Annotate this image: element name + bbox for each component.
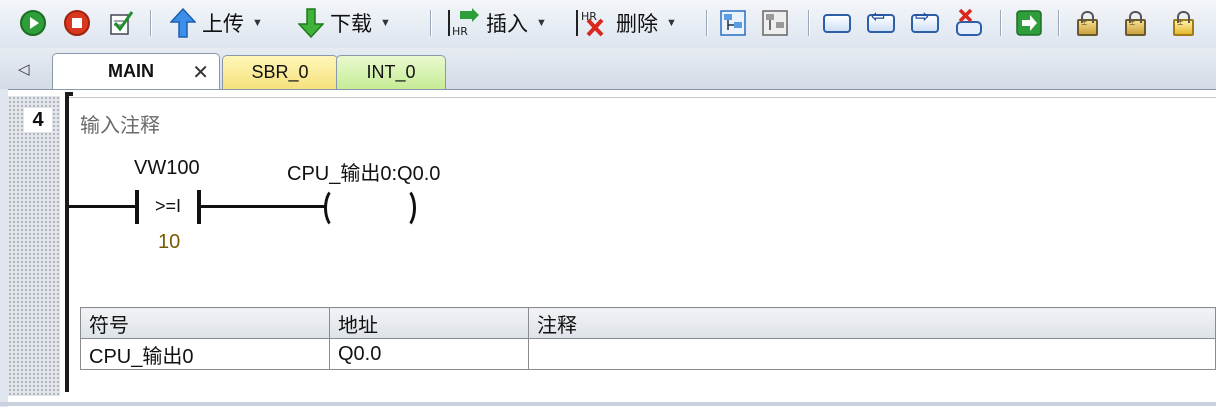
goto-arrow-icon — [1016, 10, 1042, 36]
contact-operand[interactable]: VW100 — [134, 157, 200, 180]
svg-text:HR: HR — [452, 25, 468, 38]
toolbar-separator — [808, 10, 809, 36]
compile-button[interactable] — [106, 8, 136, 38]
chevron-down-icon[interactable]: ▼ — [252, 17, 263, 29]
rail-tick — [65, 92, 73, 96]
lock-icon — [1076, 10, 1098, 36]
next-bookmark-icon: ⇨ — [911, 7, 939, 33]
contact-left-bar — [135, 190, 139, 224]
tab-int-0[interactable]: INT_0 — [336, 55, 446, 89]
compare-operator: >=I — [155, 196, 182, 216]
network-grid-icon — [720, 10, 746, 36]
close-icon[interactable]: ✕ — [192, 60, 209, 85]
network-number: 4 — [24, 108, 52, 132]
lock-add-button[interactable] — [1168, 8, 1198, 38]
address-cell[interactable]: Q0.0 — [329, 338, 529, 370]
column-header-address: 地址 — [329, 307, 529, 339]
upload-arrow-icon — [170, 8, 196, 38]
lock-button[interactable] — [1072, 8, 1102, 38]
editor-tab-strip: ◁ MAIN ✕ SBR_0 INT_0 — [0, 48, 1216, 89]
column-header-symbol: 符号 — [80, 307, 330, 339]
insert-label: 插入 — [486, 13, 528, 36]
editor-bottom-border — [0, 402, 1216, 406]
goto-button[interactable] — [1014, 8, 1044, 38]
compile-check-icon — [110, 11, 134, 35]
remove-bookmarks-button[interactable] — [954, 8, 984, 38]
coil-operand[interactable]: CPU_输出0:Q0.0 — [287, 157, 440, 186]
bookmark-icon — [823, 13, 851, 33]
tab-main[interactable]: MAIN ✕ — [52, 53, 220, 89]
delete-button[interactable]: HR 删除 ▼ — [574, 8, 677, 38]
network-view-button[interactable] — [718, 8, 748, 38]
tab-sbr-0[interactable]: SBR_0 — [222, 55, 338, 89]
unlock-icon — [1124, 10, 1146, 36]
tab-label: INT_0 — [366, 62, 416, 82]
upload-button[interactable]: 上传 ▼ — [170, 8, 263, 38]
network-view-gray-button[interactable] — [760, 8, 790, 38]
delete-label: 删除 — [616, 13, 658, 36]
run-button[interactable] — [18, 8, 48, 38]
chevron-down-icon[interactable]: ▼ — [666, 17, 677, 29]
rung-wire — [201, 205, 327, 208]
table-row: CPU_输出0 Q0.0 — [80, 338, 1216, 370]
toolbar-separator — [1000, 10, 1001, 36]
toolbar-separator — [430, 10, 431, 36]
chevron-down-icon[interactable]: ▼ — [380, 17, 391, 29]
toolbar-separator — [1058, 10, 1059, 36]
power-rail — [65, 92, 69, 392]
previous-bookmark-button[interactable]: ⇦ — [866, 7, 896, 38]
toolbar-separator — [706, 10, 707, 36]
compare-value[interactable]: 10 — [158, 231, 180, 254]
stop-icon — [64, 10, 90, 36]
stop-button[interactable] — [62, 8, 92, 38]
insert-contact-icon: HR — [448, 8, 479, 38]
remove-bookmark-icon — [956, 8, 982, 36]
tab-label: MAIN — [108, 61, 154, 81]
run-icon — [20, 10, 46, 36]
download-label: 下载 — [330, 13, 372, 36]
network-gutter — [8, 96, 60, 396]
next-bookmark-button[interactable]: ⇨ — [910, 7, 940, 38]
upload-label: 上传 — [202, 13, 244, 36]
tab-label: SBR_0 — [251, 62, 309, 82]
download-button[interactable]: 下载 ▼ — [298, 8, 391, 38]
main-toolbar: 上传 ▼ 下载 ▼ HR 插入 ▼ HR 删除 ▼ ⇦ ⇨ ± ± ± — [0, 0, 1216, 49]
delete-contact-icon: HR — [576, 10, 604, 37]
toolbar-separator — [150, 10, 151, 36]
chevron-down-icon[interactable]: ▼ — [536, 17, 547, 29]
unlock-button[interactable] — [1120, 8, 1150, 38]
symbol-table-header: 符号 地址 注释 — [80, 307, 1216, 339]
coil-right-paren — [392, 187, 416, 229]
symbol-table: 符号 地址 注释 CPU_输出0 Q0.0 — [80, 307, 1216, 370]
scroll-left-icon[interactable]: ◁ — [18, 60, 30, 78]
previous-bookmark-icon: ⇦ — [867, 7, 895, 33]
bookmark-button[interactable] — [822, 8, 852, 38]
coil-left-paren — [324, 187, 348, 229]
insert-button[interactable]: HR 插入 ▼ — [446, 8, 547, 38]
lock-add-icon — [1172, 10, 1194, 36]
rung-wire — [69, 205, 135, 208]
symbol-cell[interactable]: CPU_输出0 — [80, 338, 330, 370]
column-header-comment: 注释 — [528, 307, 1216, 339]
download-arrow-icon — [298, 8, 324, 38]
network-comment[interactable]: 输入注释 — [80, 109, 160, 138]
network-grid-gray-icon — [762, 10, 788, 36]
comment-cell[interactable] — [528, 338, 1216, 370]
network-divider — [69, 97, 1216, 98]
